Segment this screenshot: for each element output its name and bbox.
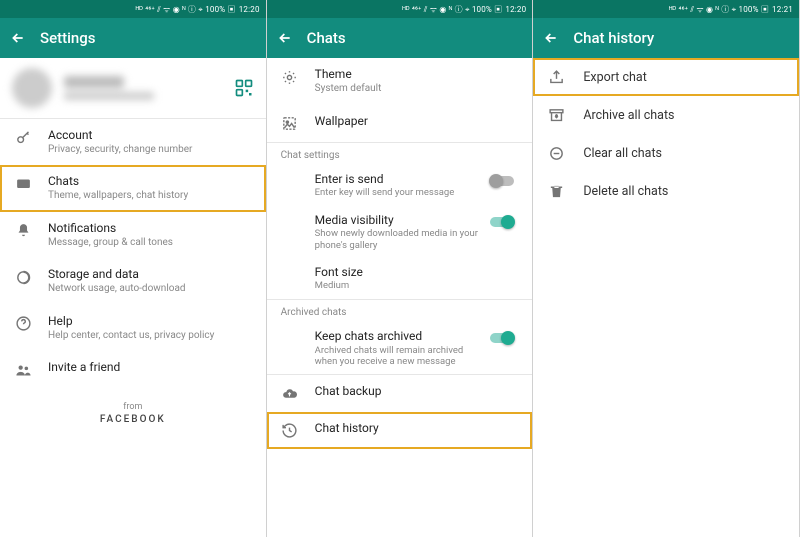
row-label: Media visibility	[315, 213, 481, 227]
screen-chat-history: ᴴᴰ ⁴⁶⁺ ⫽ ᯤ ◉ ᴺ ⓘ ⌖ 100% ▣ 12:21 Chat his…	[533, 0, 800, 537]
row-export-chat[interactable]: Export chat	[533, 58, 799, 96]
wallpaper-icon	[281, 115, 299, 133]
row-chat-history[interactable]: Chat history	[267, 412, 533, 449]
row-delete-all[interactable]: Delete all chats	[533, 172, 799, 210]
status-icons: ᴴᴰ ⁴⁶⁺ ⫽ ᯤ ◉ ᴺ ⓘ ⌖ 100% ▣	[669, 4, 769, 15]
row-account[interactable]: Account Privacy, security, change number	[0, 119, 266, 166]
toggle-enter-is-send[interactable]	[490, 174, 518, 188]
statusbar: ᴴᴰ ⁴⁶⁺ ⫽ ᯤ ◉ ᴺ ⓘ ⌖ 100% ▣ 12:20	[0, 0, 266, 18]
row-archive-all[interactable]: Archive all chats	[533, 96, 799, 134]
status-time: 12:20	[505, 5, 526, 14]
profile-text	[64, 76, 222, 100]
row-label: Font size	[315, 265, 519, 279]
row-label: Help	[48, 314, 252, 329]
row-sub: Archived chats will remain archived when…	[315, 345, 481, 368]
row-label: Archive all chats	[583, 108, 674, 123]
row-label: Notifications	[48, 221, 252, 236]
statusbar: ᴴᴰ ⁴⁶⁺ ⫽ ᯤ ◉ ᴺ ⓘ ⌖ 100% ▣ 12:21	[533, 0, 799, 18]
clear-icon	[547, 144, 565, 162]
bell-icon	[14, 222, 32, 240]
row-font-size[interactable]: Font size Medium	[267, 258, 533, 299]
theme-icon	[281, 68, 299, 86]
status-icons: ᴴᴰ ⁴⁶⁺ ⫽ ᯤ ◉ ᴺ ⓘ ⌖ 100% ▣	[402, 4, 502, 15]
status-time: 12:21	[772, 5, 793, 14]
trash-icon	[547, 182, 565, 200]
row-sub: System default	[315, 83, 519, 96]
back-icon[interactable]	[10, 30, 26, 46]
row-wallpaper[interactable]: Wallpaper	[267, 105, 533, 142]
appbar: Chat history	[533, 18, 799, 58]
toggle-keep-archived[interactable]	[490, 331, 518, 345]
row-label: Chat backup	[315, 384, 519, 399]
row-label: Chat history	[315, 421, 519, 436]
row-label: Chats	[48, 174, 252, 189]
status-icons: ᴴᴰ ⁴⁶⁺ ⫽ ᯤ ◉ ᴺ ⓘ ⌖ 100% ▣	[136, 4, 236, 15]
row-sub: Network usage, auto-download	[48, 283, 252, 296]
storage-icon	[14, 268, 32, 286]
history-icon	[281, 422, 299, 440]
history-content: Export chat Archive all chats Clear all …	[533, 58, 799, 537]
row-notifications[interactable]: Notifications Message, group & call tone…	[0, 212, 266, 259]
row-label: Account	[48, 128, 252, 143]
people-icon	[14, 361, 32, 379]
row-sub: Help center, contact us, privacy policy	[48, 330, 252, 343]
row-label: Keep chats archived	[315, 329, 481, 343]
help-icon	[14, 315, 32, 333]
screen-settings: ᴴᴰ ⁴⁶⁺ ⫽ ᯤ ◉ ᴺ ⓘ ⌖ 100% ▣ 12:20 Settings…	[0, 0, 267, 537]
archive-icon	[547, 106, 565, 124]
key-icon	[14, 129, 32, 147]
row-sub: Privacy, security, change number	[48, 144, 252, 157]
row-theme[interactable]: Theme System default	[267, 58, 533, 105]
section-archived: Archived chats	[267, 299, 533, 322]
cloud-icon	[281, 385, 299, 403]
row-label: Invite a friend	[48, 360, 252, 375]
row-label: Clear all chats	[583, 146, 662, 161]
appbar-title: Chats	[307, 29, 346, 47]
row-label: Wallpaper	[315, 114, 519, 129]
status-time: 12:20	[239, 5, 260, 14]
row-media-visibility[interactable]: Media visibility Show newly downloaded m…	[267, 206, 533, 258]
export-icon	[547, 68, 565, 86]
row-sub: Theme, wallpapers, chat history	[48, 190, 252, 203]
from-facebook: from FACEBOOK	[0, 388, 266, 431]
avatar	[12, 68, 52, 108]
row-sub: Show newly downloaded media in your phon…	[315, 228, 481, 251]
profile-row[interactable]	[0, 58, 266, 118]
appbar: Chats	[267, 18, 533, 58]
row-invite[interactable]: Invite a friend	[0, 351, 266, 388]
row-label: Export chat	[583, 70, 647, 85]
back-icon[interactable]	[543, 30, 559, 46]
settings-content: Account Privacy, security, change number…	[0, 58, 266, 537]
chat-icon	[14, 175, 32, 193]
row-sub: Enter key will send your message	[315, 187, 481, 198]
qr-icon[interactable]	[234, 78, 254, 98]
appbar-title: Chat history	[573, 29, 654, 47]
row-storage[interactable]: Storage and data Network usage, auto-dow…	[0, 258, 266, 305]
row-help[interactable]: Help Help center, contact us, privacy po…	[0, 305, 266, 352]
appbar-title: Settings	[40, 29, 96, 47]
row-sub: Medium	[315, 280, 519, 291]
row-sub: Message, group & call tones	[48, 237, 252, 250]
chats-content: Theme System default Wallpaper Chat sett…	[267, 58, 533, 537]
toggle-media-visibility[interactable]	[490, 215, 518, 229]
row-label: Theme	[315, 67, 519, 82]
row-label: Enter is send	[315, 172, 481, 186]
appbar: Settings	[0, 18, 266, 58]
screen-chats: ᴴᴰ ⁴⁶⁺ ⫽ ᯤ ◉ ᴺ ⓘ ⌖ 100% ▣ 12:20 Chats Th…	[267, 0, 534, 537]
back-icon[interactable]	[277, 30, 293, 46]
statusbar: ᴴᴰ ⁴⁶⁺ ⫽ ᯤ ◉ ᴺ ⓘ ⌖ 100% ▣ 12:20	[267, 0, 533, 18]
row-clear-all[interactable]: Clear all chats	[533, 134, 799, 172]
row-enter-is-send[interactable]: Enter is send Enter key will send your m…	[267, 165, 533, 206]
row-chats[interactable]: Chats Theme, wallpapers, chat history	[0, 165, 266, 212]
row-label: Storage and data	[48, 267, 252, 282]
row-keep-archived[interactable]: Keep chats archived Archived chats will …	[267, 322, 533, 374]
section-chat-settings: Chat settings	[267, 142, 533, 165]
row-label: Delete all chats	[583, 184, 668, 199]
row-chat-backup[interactable]: Chat backup	[267, 375, 533, 412]
